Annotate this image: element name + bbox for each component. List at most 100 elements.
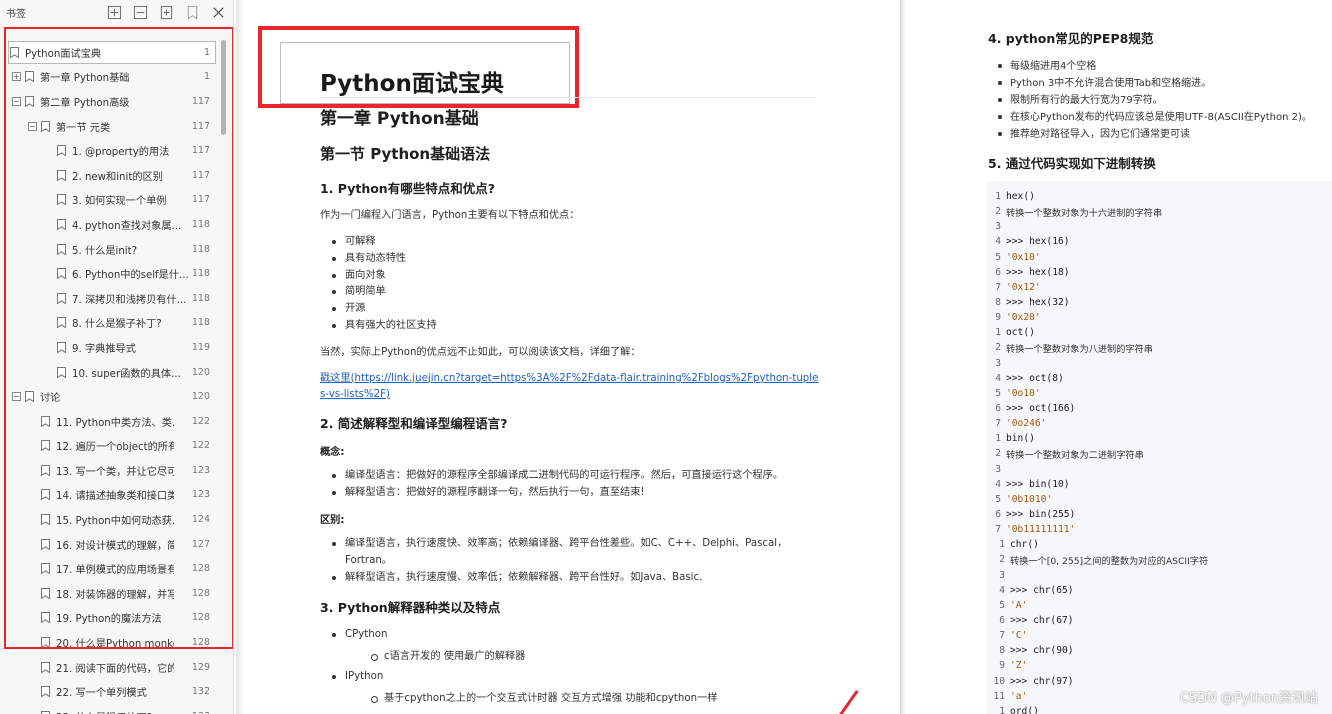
expand-all-icon[interactable] xyxy=(106,4,123,21)
q1-link-paragraph: 戳这里(https://link.juejin.cn?target=https%… xyxy=(320,371,820,403)
feature-list-item: 具有强大的社区支持 xyxy=(332,318,820,335)
expand-icon[interactable]: + xyxy=(12,72,21,82)
bookmark-item[interactable]: 10. super函数的具体... 120 xyxy=(0,360,222,385)
bookmark-page-number: 123 xyxy=(191,464,210,476)
chapter-heading: 第一章 Python基础 xyxy=(320,109,479,129)
line-number: 1 xyxy=(995,433,1001,445)
pep8-list-item: 每级缩进用4个空格 xyxy=(998,58,1328,75)
interpreter-name: CPython xyxy=(345,628,388,640)
bookmark-item-label: 7. 深拷贝和浅拷贝有什... xyxy=(72,294,187,306)
bookmark-item-label: 14. 请描述抽象类和接口类... xyxy=(56,491,174,503)
bookmark-item[interactable]: 22. 写一个单列模式 132 xyxy=(0,679,222,704)
q1-link[interactable]: (https://link.juejin.cn?target=https%3A%… xyxy=(320,373,818,400)
bookmark-item[interactable]: 7. 深拷贝和浅拷贝有什... 118 xyxy=(0,286,222,311)
bookmark-item-label: 第一章 Python基础 xyxy=(40,73,130,85)
code-line: 4 >>> hex(16) xyxy=(986,234,1332,249)
bookmark-item[interactable]: 21. 阅读下面的代码，它的... 129 xyxy=(0,655,222,680)
bookmark-item[interactable]: 18. 对装饰器的理解，并写... 128 xyxy=(0,581,222,606)
bookmark-item[interactable]: 20. 什么是Python monke... 128 xyxy=(0,630,222,655)
code-line: 2 转换一个整数对象为二进制字符串 xyxy=(986,446,1332,461)
line-number: 8 xyxy=(995,297,1001,309)
add-bookmark-icon[interactable] xyxy=(158,4,175,21)
bookmark-item-label: 5. 什么是init? xyxy=(72,245,138,257)
bookmark-item[interactable]: 12. 遍历一个object的所有... 122 xyxy=(0,434,222,459)
pep8-list-item: Python 3中不允许混合使用Tab和空格缩进。 xyxy=(998,75,1328,92)
bookmark-icon xyxy=(57,145,66,157)
bookmark-panel-title: 书签 xyxy=(6,8,26,20)
bookmark-item[interactable]: + 第一章 Python基础 1 xyxy=(0,65,222,90)
bookmark-item[interactable]: 17. 单例模式的应用场景有... 128 xyxy=(0,556,222,581)
bookmark-item[interactable]: 15. Python中如何动态获... 124 xyxy=(0,507,222,532)
bookmark-icon xyxy=(57,194,66,206)
code-line: 5 '0x10' xyxy=(986,250,1332,265)
bookmark-page-number: 127 xyxy=(191,538,210,550)
bookmark-item-label: 13. 写一个类，并让它尽可... xyxy=(56,466,174,478)
bookmark-item[interactable]: 2. new和init的区别 117 xyxy=(0,163,222,188)
code-text: >>> hex(16) xyxy=(1006,236,1070,248)
bookmark-item[interactable]: 5. 什么是init? 118 xyxy=(0,237,222,262)
bookmark-item[interactable]: 19. Python的魔法方法 128 xyxy=(0,606,222,631)
bookmark-item[interactable]: 16. 对设计模式的理解，简... 127 xyxy=(0,532,222,557)
line-number: 5 xyxy=(995,387,1001,399)
bookmark-item-label: Python面试宝典 xyxy=(25,48,102,60)
title-divider xyxy=(320,97,816,98)
line-number: 9 xyxy=(995,312,1001,324)
code-text: >>> chr(65) xyxy=(1010,584,1074,596)
code-line: 4 >>> chr(65) xyxy=(986,583,1332,598)
code-text: '0b1010' xyxy=(1006,493,1053,505)
collapse-icon[interactable]: − xyxy=(12,392,21,402)
bookmark-page-number: 132 xyxy=(191,686,210,698)
code-text: '0b11111111' xyxy=(1006,524,1076,536)
code-text: >>> oct(8) xyxy=(1006,372,1064,384)
collapse-all-icon[interactable] xyxy=(132,4,149,21)
code-text: 转换一个[0, 255]之间的整数为对应的ASCII字符 xyxy=(1010,555,1209,567)
bookmark-page-number: 118 xyxy=(191,243,210,255)
collapse-icon[interactable]: − xyxy=(12,96,21,106)
bookmark-item-label: 2. new和init的区别 xyxy=(72,171,163,183)
code-line: 4 >>> oct(8) xyxy=(986,371,1332,386)
bookmark-icon xyxy=(10,46,19,58)
bookmark-item[interactable]: − 第二章 Python高级 117 xyxy=(0,89,222,114)
bookmark-icon[interactable] xyxy=(184,4,201,21)
code-text: 'C' xyxy=(1010,630,1028,642)
bookmark-item[interactable]: 1. @property的用法 117 xyxy=(0,138,222,163)
difference-list-item: 编译型语言，执行速度快、效率高；依赖编译器、跨平台性差些。如C、C++、Delp… xyxy=(332,536,820,570)
bookmark-item-label: 讨论 xyxy=(40,393,61,405)
code-line: 8 >>> hex(32) xyxy=(986,295,1332,310)
bookmark-item[interactable]: 6. Python中的self是什... 118 xyxy=(0,261,222,286)
q1-more: 当然，实际上Python的优点远不止如此，可以阅读该文档，详细了解： xyxy=(320,346,641,358)
bookmark-item[interactable]: 11. Python中类方法、类... 122 xyxy=(0,409,222,434)
bookmark-item[interactable]: 3. 如何实现一个单例 117 xyxy=(0,188,222,213)
bookmark-item-label: 3. 如何实现一个单例 xyxy=(72,196,167,208)
q2-diffs-list: 编译型语言，执行速度快、效率高；依赖编译器、跨平台性差些。如C、C++、Delp… xyxy=(332,536,820,586)
bookmark-icon xyxy=(41,563,50,575)
collapse-icon[interactable]: − xyxy=(28,121,37,131)
bookmark-icon xyxy=(57,169,66,181)
page1-content: 第一章 Python基础 第一节 Python基础语法 1. Python有哪些… xyxy=(320,104,820,714)
code-line: 7 'C' xyxy=(986,628,1332,643)
bookmark-page-number: 128 xyxy=(191,587,210,599)
bookmark-item[interactable]: 8. 什么是猴子补丁? 118 xyxy=(0,311,222,336)
bookmark-item-label: 8. 什么是猴子补丁? xyxy=(72,319,162,331)
line-number: 1 xyxy=(999,539,1005,551)
code-line: 8 >>> chr(90) xyxy=(986,643,1332,658)
bookmark-item[interactable]: 4. python查找对象属... 118 xyxy=(0,212,222,237)
interpreter-desc-list: c语言开发的 使用最广的解释器 xyxy=(371,649,820,666)
q3-items-list: CPython c语言开发的 使用最广的解释器 IPython 基于cpython之上… xyxy=(332,627,820,714)
csdn-watermark: CSDN @Python资讯站 xyxy=(1179,691,1318,706)
close-icon[interactable] xyxy=(210,4,227,21)
bookmark-item[interactable]: Python面试宝典 1 xyxy=(0,40,222,65)
code-line: 3 xyxy=(986,219,1332,234)
bookmark-item[interactable]: 14. 请描述抽象类和接口类... 123 xyxy=(0,483,222,508)
bookmark-scrollbar[interactable] xyxy=(221,40,226,135)
bookmark-item[interactable]: 9. 字典推导式 119 xyxy=(0,335,222,360)
line-number: 1 xyxy=(999,705,1005,714)
q1-link-lead[interactable]: 戳这里 xyxy=(320,373,351,384)
code-text: '0x20' xyxy=(1006,312,1041,324)
bookmark-item[interactable]: − 讨论 120 xyxy=(0,384,222,409)
bookmark-item[interactable]: 13. 写一个类，并让它尽可... 123 xyxy=(0,458,222,483)
bookmark-item[interactable]: 23. 什么是猴子补丁?133 xyxy=(0,704,222,714)
bookmark-item[interactable]: − 第一节 元类 117 xyxy=(0,114,222,139)
line-number: 7 xyxy=(995,524,1001,536)
bookmark-page-number: 124 xyxy=(191,514,210,526)
